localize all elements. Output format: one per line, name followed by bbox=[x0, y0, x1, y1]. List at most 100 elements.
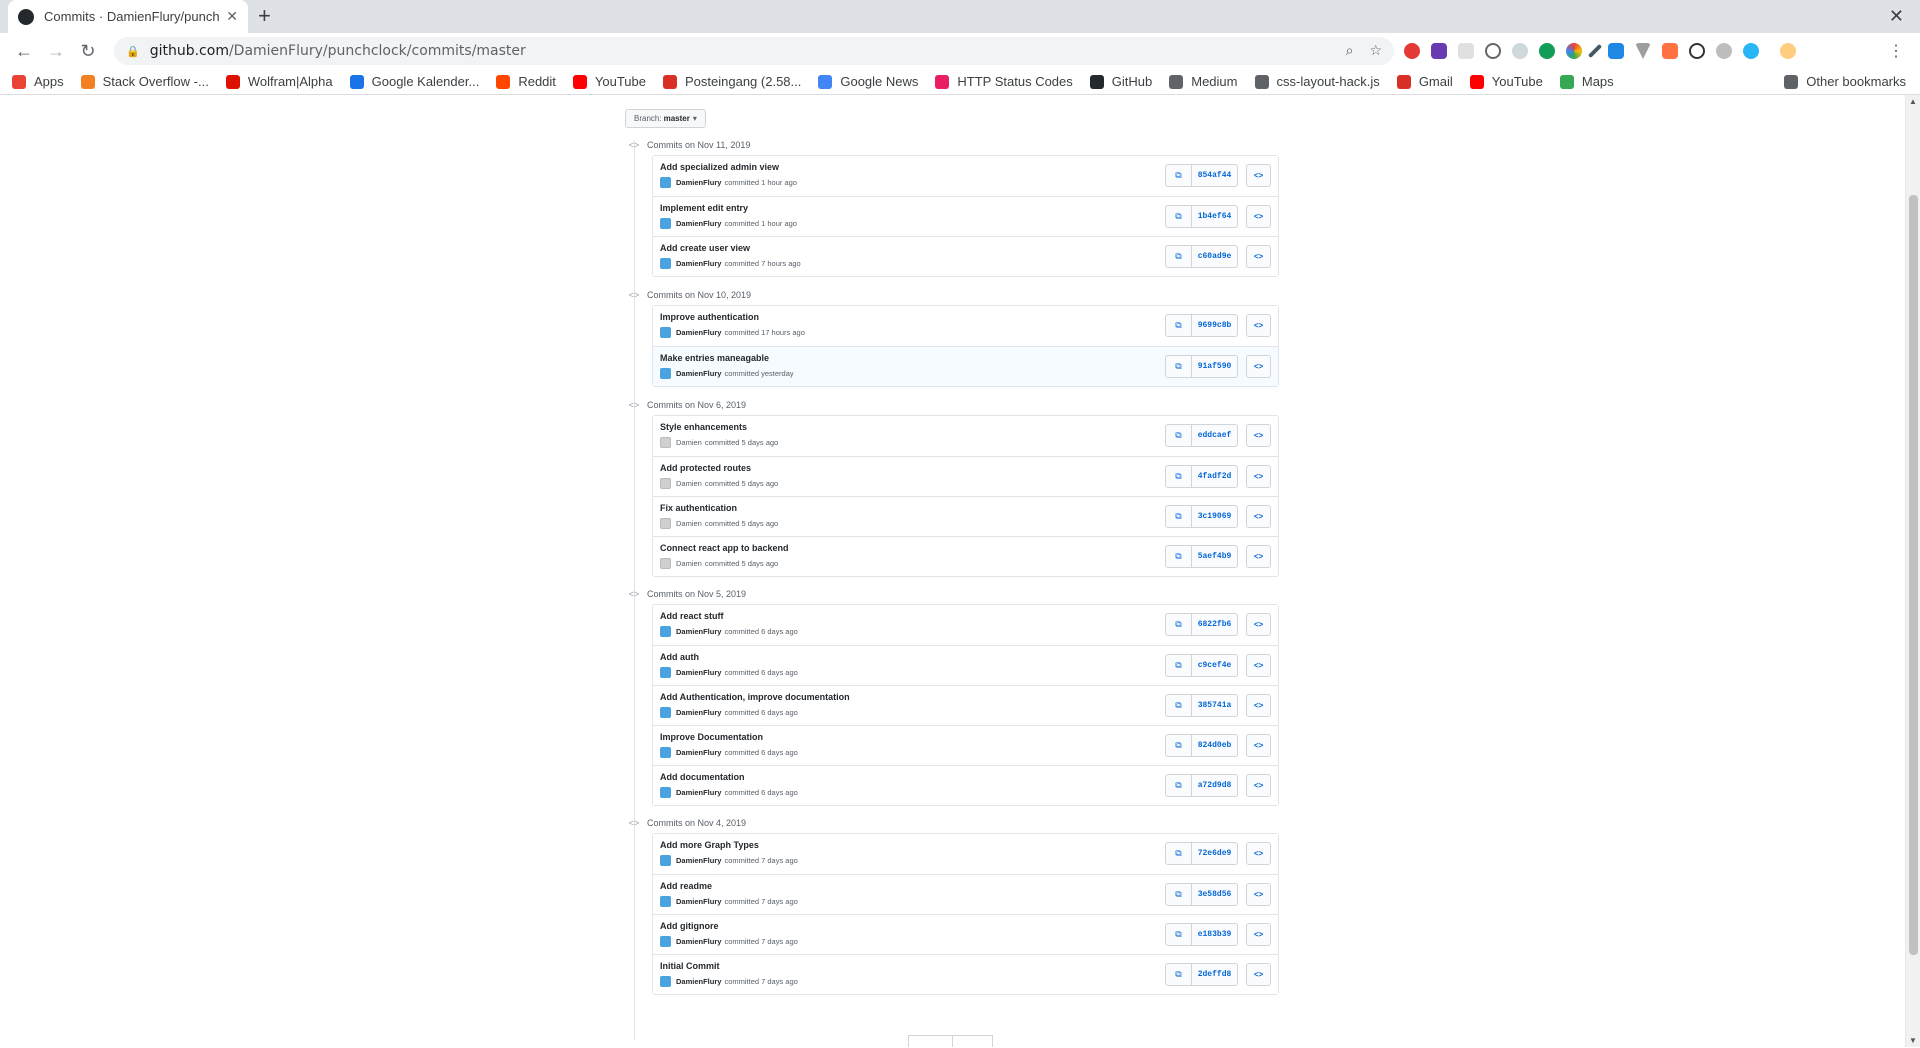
close-window-icon[interactable]: ✕ bbox=[1889, 6, 1904, 27]
bookmark-item[interactable]: Posteingang (2.58... bbox=[663, 74, 801, 89]
commit-sha-link[interactable]: c9cef4e bbox=[1192, 654, 1238, 677]
commit-author[interactable]: DamienFlury bbox=[676, 178, 721, 187]
browser-menu-icon[interactable]: ⋮ bbox=[1888, 41, 1912, 61]
copy-sha-icon[interactable]: ⧉ bbox=[1165, 424, 1192, 447]
bookmark-item[interactable]: Apps bbox=[12, 74, 64, 89]
copy-sha-icon[interactable]: ⧉ bbox=[1165, 164, 1192, 187]
commit-sha-link[interactable]: 72e6de9 bbox=[1192, 842, 1238, 865]
commit-author[interactable]: DamienFlury bbox=[676, 627, 721, 636]
commit-author[interactable]: DamienFlury bbox=[676, 897, 721, 906]
browse-repo-icon[interactable]: <> bbox=[1246, 734, 1271, 757]
commit-author[interactable]: DamienFlury bbox=[676, 856, 721, 865]
browse-repo-icon[interactable]: <> bbox=[1246, 963, 1271, 986]
commit-author[interactable]: DamienFlury bbox=[676, 328, 721, 337]
browse-repo-icon[interactable]: <> bbox=[1246, 923, 1271, 946]
browse-repo-icon[interactable]: <> bbox=[1246, 355, 1271, 378]
bookmark-item[interactable]: Maps bbox=[1559, 74, 1614, 89]
avatar[interactable] bbox=[660, 368, 671, 379]
globe-extension-icon[interactable] bbox=[1743, 43, 1759, 59]
copy-sha-icon[interactable]: ⧉ bbox=[1165, 545, 1192, 568]
branch-select-button[interactable]: Branch: master ▾ bbox=[625, 109, 706, 128]
copy-sha-icon[interactable]: ⧉ bbox=[1165, 774, 1192, 797]
copy-sha-icon[interactable]: ⧉ bbox=[1165, 963, 1192, 986]
commit-sha-link[interactable]: 2deffd8 bbox=[1192, 963, 1238, 986]
commit-sha-link[interactable]: 3e58d56 bbox=[1192, 883, 1238, 906]
commit-author[interactable]: DamienFlury bbox=[676, 937, 721, 946]
commit-message-link[interactable]: Add readme bbox=[660, 881, 712, 891]
newer-button[interactable] bbox=[908, 1035, 953, 1047]
commit-sha-link[interactable]: 824d0eb bbox=[1192, 734, 1238, 757]
commit-sha-link[interactable]: 4fadf2d bbox=[1192, 465, 1238, 488]
eyedropper-extension-icon[interactable] bbox=[1587, 43, 1603, 59]
commit-message-link[interactable]: Improve authentication bbox=[660, 312, 759, 322]
commit-sha-link[interactable]: 854af44 bbox=[1192, 164, 1238, 187]
commit-author[interactable]: DamienFlury bbox=[676, 219, 721, 228]
browse-repo-icon[interactable]: <> bbox=[1246, 314, 1271, 337]
avatar[interactable] bbox=[660, 518, 671, 529]
browse-repo-icon[interactable]: <> bbox=[1246, 205, 1271, 228]
avatar[interactable] bbox=[660, 896, 671, 907]
chat-extension-icon[interactable] bbox=[1539, 43, 1555, 59]
commit-message-link[interactable]: Initial Commit bbox=[660, 961, 720, 971]
copy-sha-icon[interactable]: ⧉ bbox=[1165, 245, 1192, 268]
bookmark-item[interactable]: YouTube bbox=[1469, 74, 1543, 89]
bookmark-item[interactable]: Medium bbox=[1169, 74, 1238, 89]
browse-repo-icon[interactable]: <> bbox=[1246, 654, 1271, 677]
bookmark-item[interactable]: Stack Overflow -... bbox=[80, 74, 209, 89]
copy-sha-icon[interactable]: ⧉ bbox=[1165, 314, 1192, 337]
address-bar[interactable]: 🔒 github.com/DamienFlury/punchclock/comm… bbox=[114, 37, 1394, 65]
back-icon[interactable]: ← bbox=[8, 41, 40, 62]
commit-message-link[interactable]: Add documentation bbox=[660, 772, 745, 782]
browse-repo-icon[interactable]: <> bbox=[1246, 164, 1271, 187]
commit-author[interactable]: DamienFlury bbox=[676, 977, 721, 986]
browse-repo-icon[interactable]: <> bbox=[1246, 465, 1271, 488]
bookmark-item[interactable]: GitHub bbox=[1089, 74, 1152, 89]
scroll-down-icon[interactable]: ▼ bbox=[1909, 1036, 1917, 1045]
commit-sha-link[interactable]: c60ad9e bbox=[1192, 245, 1238, 268]
avatar[interactable] bbox=[660, 707, 671, 718]
copy-sha-icon[interactable]: ⧉ bbox=[1165, 205, 1192, 228]
commit-sha-link[interactable]: 91af590 bbox=[1192, 355, 1238, 378]
commit-sha-link[interactable]: 9699c8b bbox=[1192, 314, 1238, 337]
bookmark-item[interactable]: Google Kalender... bbox=[349, 74, 479, 89]
circle-extension-icon[interactable] bbox=[1485, 43, 1501, 59]
commit-message-link[interactable]: Style enhancements bbox=[660, 422, 747, 432]
browse-repo-icon[interactable]: <> bbox=[1246, 245, 1271, 268]
commit-author[interactable]: DamienFlury bbox=[676, 748, 721, 757]
avatar[interactable] bbox=[660, 626, 671, 637]
bookmark-item[interactable]: Google News bbox=[818, 74, 918, 89]
copy-sha-icon[interactable]: ⧉ bbox=[1165, 355, 1192, 378]
bookmark-item[interactable]: HTTP Status Codes bbox=[935, 74, 1073, 89]
avatar[interactable] bbox=[660, 218, 671, 229]
commit-message-link[interactable]: Add auth bbox=[660, 652, 699, 662]
scroll-up-icon[interactable]: ▲ bbox=[1909, 97, 1917, 106]
translate-extension-icon[interactable] bbox=[1608, 43, 1624, 59]
avatar[interactable] bbox=[660, 558, 671, 569]
browse-repo-icon[interactable]: <> bbox=[1246, 545, 1271, 568]
copy-sha-icon[interactable]: ⧉ bbox=[1165, 654, 1192, 677]
cube-extension-icon[interactable] bbox=[1431, 43, 1447, 59]
reload-icon[interactable]: ↻ bbox=[72, 41, 104, 62]
browse-repo-icon[interactable]: <> bbox=[1246, 774, 1271, 797]
commit-author[interactable]: DamienFlury bbox=[676, 788, 721, 797]
browse-repo-icon[interactable]: <> bbox=[1246, 424, 1271, 447]
avatar[interactable] bbox=[660, 787, 671, 798]
commit-message-link[interactable]: Add more Graph Types bbox=[660, 840, 759, 850]
commit-message-link[interactable]: Improve Documentation bbox=[660, 732, 763, 742]
avatar[interactable] bbox=[660, 667, 671, 678]
browser-tab[interactable]: Commits · DamienFlury/punchclock ✕ bbox=[8, 0, 248, 33]
a-extension-icon[interactable] bbox=[1689, 43, 1705, 59]
opera-extension-icon[interactable] bbox=[1404, 43, 1420, 59]
commit-message-link[interactable]: Add protected routes bbox=[660, 463, 751, 473]
older-button[interactable] bbox=[953, 1035, 993, 1047]
copy-sha-icon[interactable]: ⧉ bbox=[1165, 842, 1192, 865]
scrollbar[interactable]: ▲ ▼ bbox=[1905, 95, 1920, 1047]
commit-author[interactable]: DamienFlury bbox=[676, 369, 721, 378]
clock-extension-icon[interactable] bbox=[1512, 43, 1528, 59]
new-tab-icon[interactable]: + bbox=[258, 4, 271, 28]
other-bookmarks[interactable]: Other bookmarks bbox=[1784, 74, 1906, 89]
commit-message-link[interactable]: Fix authentication bbox=[660, 503, 737, 513]
commit-sha-link[interactable]: eddcaef bbox=[1192, 424, 1238, 447]
avatar[interactable] bbox=[660, 936, 671, 947]
commit-sha-link[interactable]: 5aef4b9 bbox=[1192, 545, 1238, 568]
